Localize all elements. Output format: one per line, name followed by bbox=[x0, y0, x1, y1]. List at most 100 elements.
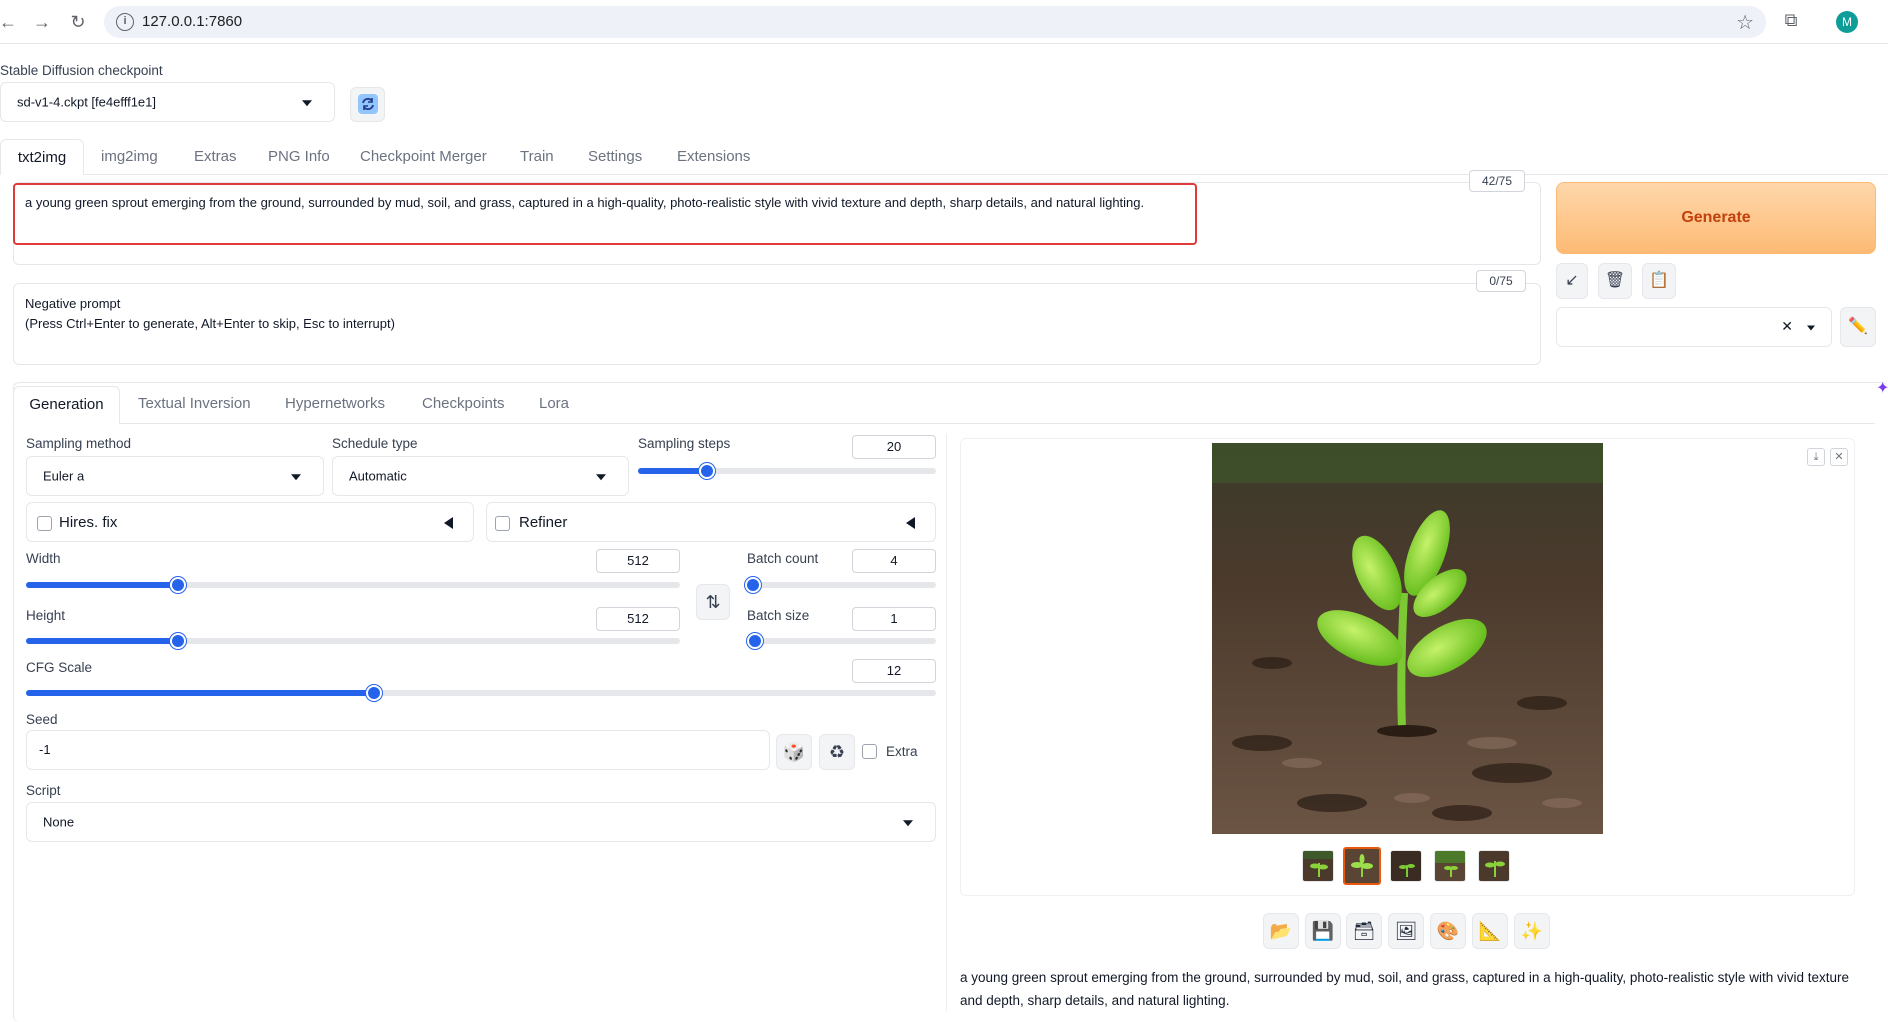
width-input[interactable]: 512 bbox=[596, 549, 680, 573]
gallery-thumbnail[interactable] bbox=[1390, 850, 1422, 882]
slider-fill bbox=[26, 690, 374, 696]
upscale-button[interactable]: ✨ bbox=[1514, 913, 1550, 949]
close-gallery-button[interactable]: ✕ bbox=[1830, 448, 1848, 466]
thumbnail-image bbox=[1435, 851, 1465, 881]
browser-toolbar: ← → ↻ i 127.0.0.1:7860 ☆ ⧉ M bbox=[0, 0, 1888, 44]
thumbnail-image bbox=[1345, 849, 1379, 883]
main-tabs: txt2img img2img Extras PNG Info Checkpoi… bbox=[0, 139, 1888, 175]
reuse-seed-button[interactable]: ♻ bbox=[819, 734, 855, 770]
slider-thumb[interactable] bbox=[169, 633, 186, 649]
tab-train[interactable]: Train bbox=[520, 139, 554, 175]
send-to-img2img-button[interactable]: 🖼 bbox=[1388, 913, 1424, 949]
hires-fix-accordion[interactable]: Hires. fix bbox=[26, 502, 474, 542]
picture-icon: 🖼 bbox=[1394, 921, 1418, 941]
tab-txt2img[interactable]: txt2img bbox=[0, 139, 84, 175]
open-folder-button[interactable]: 📂 bbox=[1263, 913, 1299, 949]
tab-extras[interactable]: Extras bbox=[194, 139, 237, 175]
batch-count-slider[interactable] bbox=[744, 577, 936, 593]
tab-checkpoint-merger[interactable]: Checkpoint Merger bbox=[360, 139, 487, 175]
clear-prompt-button[interactable]: 🗑 bbox=[1598, 263, 1632, 299]
address-bar[interactable]: i 127.0.0.1:7860 ☆ bbox=[104, 6, 1766, 38]
refiner-accordion[interactable]: Refiner bbox=[486, 502, 936, 542]
sampling-steps-slider[interactable] bbox=[638, 463, 936, 479]
cfg-scale-input[interactable]: 12 bbox=[852, 659, 936, 683]
batch-size-slider[interactable] bbox=[747, 633, 936, 649]
send-to-inpaint-button[interactable]: 🎨 bbox=[1430, 913, 1466, 949]
refresh-checkpoint-button[interactable] bbox=[350, 87, 385, 122]
slider-thumb[interactable] bbox=[365, 685, 382, 701]
height-label: Height bbox=[26, 608, 66, 623]
gallery-thumbnail[interactable] bbox=[1478, 850, 1510, 882]
schedule-type-label: Schedule type bbox=[332, 436, 418, 451]
slider-thumb[interactable] bbox=[744, 577, 761, 593]
cfg-scale-slider[interactable] bbox=[26, 685, 936, 701]
gallery-thumbnail[interactable] bbox=[1434, 850, 1466, 882]
random-seed-button[interactable]: 🎲 bbox=[776, 734, 812, 770]
refiner-checkbox[interactable] bbox=[495, 516, 510, 531]
tab-settings[interactable]: Settings bbox=[588, 139, 642, 175]
site-info-icon[interactable]: i bbox=[116, 13, 134, 31]
styles-dropdown[interactable]: ✕ bbox=[1556, 307, 1832, 347]
generate-button[interactable]: Generate bbox=[1556, 182, 1876, 254]
subtab-textual-inversion[interactable]: Textual Inversion bbox=[138, 386, 251, 422]
paste-styles-button[interactable]: 📋 bbox=[1642, 263, 1676, 299]
batch-count-label: Batch count bbox=[747, 551, 819, 566]
download-button[interactable]: ⤓ bbox=[1807, 448, 1825, 466]
seed-input[interactable]: -1 bbox=[26, 730, 770, 770]
hires-fix-label: Hires. fix bbox=[59, 514, 118, 531]
read-params-button[interactable]: ↙ bbox=[1556, 263, 1588, 299]
back-icon[interactable]: ← bbox=[0, 10, 20, 34]
output-caption: a young green sprout emerging from the g… bbox=[960, 970, 1849, 1008]
triangle-ruler-icon: 📐 bbox=[1478, 921, 1502, 941]
seed-value: -1 bbox=[39, 742, 51, 757]
height-input[interactable]: 512 bbox=[596, 607, 680, 631]
batch-count-input[interactable]: 4 bbox=[852, 549, 936, 573]
clear-x-icon[interactable]: ✕ bbox=[1781, 318, 1793, 335]
schedule-type-value: Automatic bbox=[349, 468, 407, 484]
sampling-method-dropdown[interactable]: Euler a bbox=[26, 456, 324, 496]
tab-png-info[interactable]: PNG Info bbox=[268, 139, 330, 175]
gallery-thumbnail[interactable] bbox=[1302, 850, 1334, 882]
tab-img2img[interactable]: img2img bbox=[101, 139, 158, 175]
extra-seed-checkbox[interactable] bbox=[862, 744, 877, 759]
prompt-token-counter: 42/75 bbox=[1469, 170, 1525, 192]
checkpoint-label: Stable Diffusion checkpoint bbox=[0, 63, 163, 78]
subtab-checkpoints[interactable]: Checkpoints bbox=[422, 386, 505, 422]
extra-label: Extra bbox=[886, 744, 918, 759]
subtab-lora[interactable]: Lora bbox=[539, 386, 569, 422]
edit-styles-button[interactable]: ✏️ bbox=[1840, 307, 1876, 347]
chevron-down-icon bbox=[302, 100, 312, 107]
zip-button[interactable]: 🗃 bbox=[1346, 913, 1382, 949]
bookmark-star-icon[interactable]: ☆ bbox=[1736, 10, 1754, 35]
checkpoint-dropdown[interactable]: sd-v1-4.ckpt [fe4efff1e1] bbox=[0, 82, 335, 122]
extensions-icon[interactable]: ⧉ bbox=[1780, 10, 1802, 32]
batch-size-input[interactable]: 1 bbox=[852, 607, 936, 631]
height-slider[interactable] bbox=[26, 633, 680, 649]
reload-icon[interactable]: ↻ bbox=[66, 10, 90, 34]
swap-dimensions-button[interactable]: ⇅ bbox=[696, 584, 730, 620]
subtab-hypernetworks[interactable]: Hypernetworks bbox=[285, 386, 385, 422]
floating-sparkle-icon[interactable]: ✦ bbox=[1876, 378, 1888, 400]
width-slider[interactable] bbox=[26, 577, 680, 593]
profile-avatar[interactable]: M bbox=[1836, 11, 1858, 33]
chevron-down-icon bbox=[1807, 325, 1815, 331]
slider-thumb[interactable] bbox=[169, 577, 186, 593]
send-to-extras-button[interactable]: 📐 bbox=[1472, 913, 1508, 949]
hires-fix-checkbox[interactable] bbox=[37, 516, 52, 531]
subtab-generation[interactable]: Generation bbox=[13, 386, 120, 424]
sampling-steps-input[interactable]: 20 bbox=[852, 435, 936, 459]
save-button[interactable]: 💾 bbox=[1305, 913, 1341, 949]
refiner-label: Refiner bbox=[519, 514, 568, 531]
gallery-thumbnail-selected[interactable] bbox=[1343, 847, 1381, 885]
forward-icon[interactable]: → bbox=[30, 10, 54, 34]
negative-prompt-textarea[interactable]: Negative prompt (Press Ctrl+Enter to gen… bbox=[13, 283, 1541, 365]
arrow-down-left-icon: ↙ bbox=[1565, 272, 1579, 289]
slider-thumb[interactable] bbox=[747, 633, 763, 649]
batch-size-label: Batch size bbox=[747, 608, 810, 623]
schedule-type-dropdown[interactable]: Automatic bbox=[332, 456, 629, 496]
slider-thumb[interactable] bbox=[698, 463, 715, 479]
sampling-method-value: Euler a bbox=[43, 468, 85, 484]
tab-extensions[interactable]: Extensions bbox=[677, 139, 750, 175]
script-dropdown[interactable]: None bbox=[26, 802, 936, 842]
generated-image[interactable] bbox=[1212, 443, 1603, 834]
